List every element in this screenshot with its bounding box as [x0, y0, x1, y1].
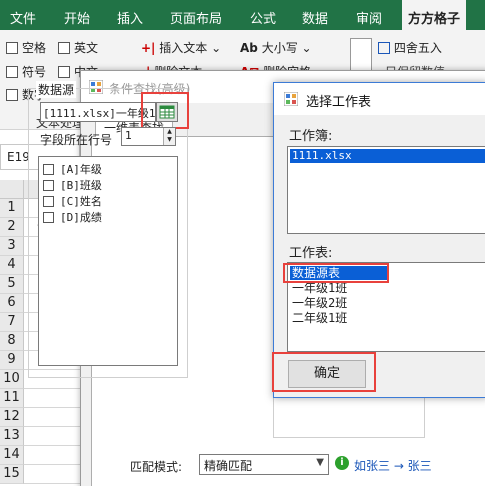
case-button[interactable]: Ab 大小写 ⌄ [240, 39, 312, 56]
row-header[interactable]: 6 [0, 294, 24, 313]
workbook-label: 工作簿: [289, 129, 333, 144]
info-icon: i [335, 456, 349, 470]
field-list: [A]年级 [B]班级 [C]姓名 [D]成绩 [38, 156, 178, 366]
row-header[interactable]: 14 [0, 446, 24, 465]
field-item-c[interactable]: [C]姓名 [43, 193, 102, 209]
checkbox-box[interactable] [58, 42, 70, 54]
row-header[interactable]: 10 [0, 370, 24, 389]
checkbox-label: 符号 [22, 65, 47, 79]
tab-fangfanggezi[interactable]: 方方格子 [402, 0, 467, 30]
worksheet-item[interactable]: 一年级2班 [290, 296, 485, 310]
checkbox-box[interactable] [58, 66, 70, 78]
round-button[interactable]: 四舍五入 [378, 39, 442, 56]
insert-text-icon: +| [141, 41, 156, 55]
row-header[interactable]: 9 [0, 351, 24, 370]
header-row-label: 字段所在行号 [40, 133, 113, 147]
button-label: 插入文本 [159, 41, 208, 55]
worksheet-item[interactable]: 一年级1班 [290, 281, 485, 295]
spinner-arrows-icon[interactable]: ▲ ▼ [163, 128, 175, 145]
select-sheet-titlebar[interactable]: 选择工作表 [274, 83, 485, 115]
button-label: 大小写 [261, 41, 298, 55]
checkbox-box[interactable] [6, 42, 18, 54]
row-header[interactable]: 13 [0, 427, 24, 446]
match-example-text: 如张三 → 张三 [354, 459, 432, 473]
insert-text-button[interactable]: +| 插入文本 ⌄ [141, 39, 221, 56]
data-source-input[interactable]: [1111.xlsx]一年级1班 [40, 102, 156, 122]
worksheet-item[interactable]: 二年级1班 [290, 311, 485, 325]
row-header[interactable]: 7 [0, 313, 24, 332]
checkbox-space[interactable]: 空格 [6, 39, 46, 56]
field-checkbox[interactable] [43, 180, 54, 191]
match-mode-select[interactable]: 精确匹配 ▼ [199, 454, 329, 475]
cell[interactable] [24, 408, 84, 427]
match-mode-label: 匹配模式: [130, 460, 183, 474]
button-label: 四舍五入 [393, 41, 442, 55]
cell[interactable] [24, 446, 84, 465]
row-header[interactable]: 8 [0, 332, 24, 351]
case-icon: Ab [240, 41, 258, 55]
header-row-value: 1 [125, 129, 132, 142]
field-label: [A]年级 [60, 163, 102, 176]
checkbox-english[interactable]: 英文 [58, 39, 98, 56]
header-row-spinner[interactable]: 1 ▲ ▼ [121, 127, 176, 146]
row-header[interactable]: 15 [0, 465, 24, 484]
row-header[interactable]: 1 [0, 199, 24, 218]
workbook-item[interactable]: 1111.xlsx [290, 149, 485, 163]
checkbox-label: 空格 [22, 41, 47, 55]
checkbox-symbol[interactable]: 符号 [6, 63, 46, 80]
worksheet-label: 工作表: [289, 246, 333, 261]
tab-page-layout[interactable]: 页面布局 [170, 8, 222, 27]
row-header[interactable]: 3 [0, 237, 24, 256]
field-item-d[interactable]: [D]成绩 [43, 209, 102, 225]
row-header[interactable]: 5 [0, 275, 24, 294]
match-mode-value: 精确匹配 [204, 459, 253, 473]
checkbox-label: 英文 [74, 41, 99, 55]
tab-insert[interactable]: 插入 [117, 8, 143, 27]
right-group-frame [273, 398, 425, 438]
ribbon-tab-bar: 文件 开始 插入 页面布局 公式 数据 审阅 方方格子 [0, 0, 485, 30]
chevron-down-icon: ▼ [316, 457, 324, 468]
highlight-box [272, 352, 376, 392]
field-label: [D]成绩 [60, 211, 102, 224]
checkbox-box[interactable] [6, 89, 18, 101]
field-label: [C]姓名 [60, 195, 102, 208]
highlight-box [283, 263, 389, 283]
row-header[interactable]: 2 [0, 218, 24, 237]
select-all-corner[interactable] [0, 180, 24, 199]
checkbox-box[interactable] [6, 66, 18, 78]
select-sheet-title: 选择工作表 [306, 95, 372, 110]
cell[interactable] [24, 465, 84, 484]
tab-file[interactable]: 文件 [10, 8, 36, 27]
tab-data[interactable]: 数据 [302, 8, 328, 27]
row-header[interactable]: 12 [0, 408, 24, 427]
row-header[interactable]: 4 [0, 256, 24, 275]
app-icon [284, 92, 298, 106]
workbook-list[interactable]: 1111.xlsx [287, 146, 485, 234]
cell[interactable] [24, 427, 84, 446]
grid-icon [378, 42, 390, 54]
cell[interactable] [24, 389, 84, 408]
tab-review[interactable]: 审阅 [356, 8, 382, 27]
field-checkbox[interactable] [43, 196, 54, 207]
field-checkbox[interactable] [43, 212, 54, 223]
field-checkbox[interactable] [43, 164, 54, 175]
highlight-box [141, 92, 189, 129]
field-item-a[interactable]: [A]年级 [43, 161, 102, 177]
data-source-legend: 数据源 [36, 81, 77, 98]
field-label: [B]班级 [60, 179, 102, 192]
tab-formulas[interactable]: 公式 [250, 8, 276, 27]
field-item-b[interactable]: [B]班级 [43, 177, 102, 193]
row-header[interactable]: 11 [0, 389, 24, 408]
tab-home[interactable]: 开始 [64, 8, 90, 27]
